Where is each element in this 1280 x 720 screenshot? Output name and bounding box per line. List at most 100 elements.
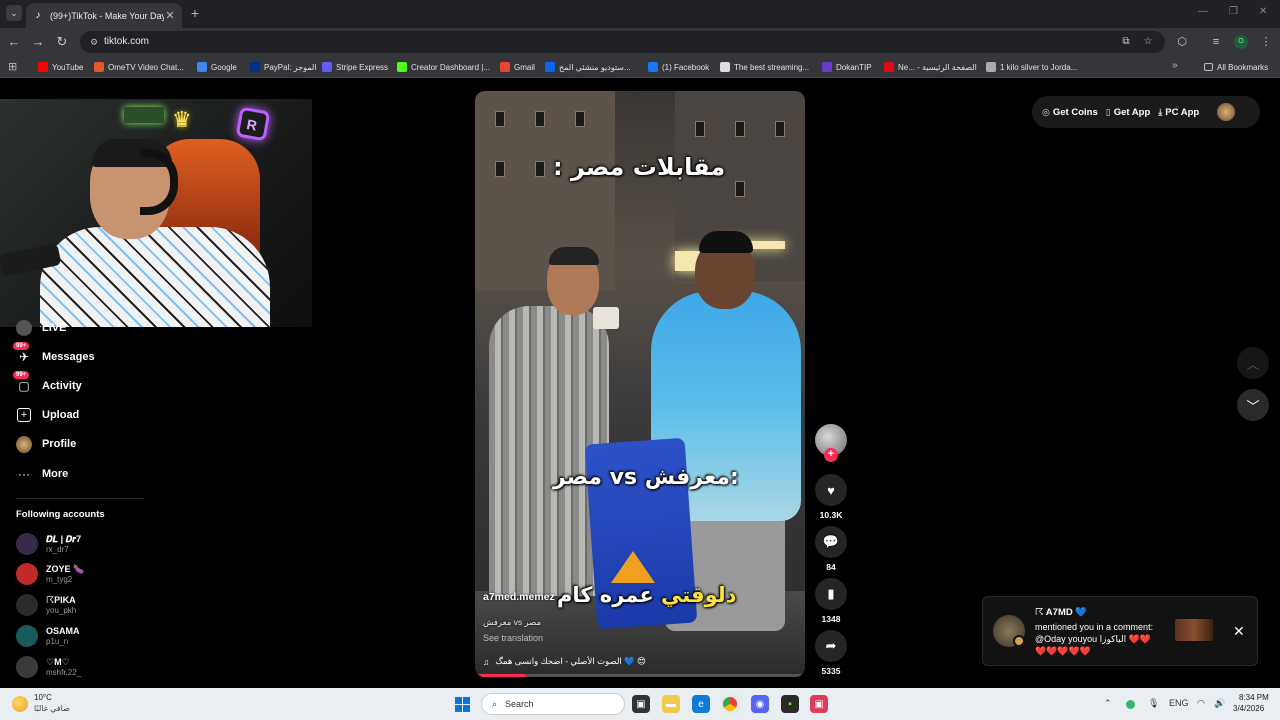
follow-plus-icon[interactable]: + [824,448,838,462]
bookmark-item[interactable]: Stripe Express [322,60,388,74]
bookmark-item[interactable]: The best streaming... [720,60,809,74]
following-account[interactable]: ♡M♡ mshfr.22_ [16,654,81,680]
clock-date[interactable]: 3/4/2026 [1233,704,1264,713]
browser-profile-avatar[interactable]: O [1234,35,1248,49]
all-bookmarks-button[interactable]: All Bookmarks [1204,60,1268,74]
bookmark-label: The best streaming... [734,62,810,72]
sidebar-item-messages[interactable]: ✈ 99+ Messages [13,342,95,368]
app-icon[interactable]: ▪ [781,695,799,713]
bookmark-label: (1) Facebook [662,62,710,72]
following-account[interactable]: 𝑫𝑳 | 𝑫𝒓7 rx_dr7 [16,531,81,557]
user-avatar[interactable] [1217,103,1236,121]
account-name: ZOYE 🍆 [46,563,85,574]
tray-status-icon[interactable] [1126,700,1135,709]
windows-start-icon[interactable] [455,697,470,712]
apps-grid-icon[interactable]: ⊞ [8,60,17,73]
task-view-icon[interactable]: ▣ [632,695,650,713]
following-account[interactable]: OSAMA p1u_n [16,623,80,649]
bookmark-star-icon[interactable]: ☆ [1142,36,1154,48]
bookmark-item[interactable]: OmeTV Video Chat... [94,60,184,74]
browser-tab-tiktok[interactable]: ♪ (99+)TikTok - Make Your Day ✕ [26,3,182,28]
install-app-icon[interactable]: ⧉ [1120,36,1132,48]
weather-icon[interactable] [12,696,28,712]
language-indicator[interactable]: ENG [1169,698,1189,708]
mention-notification[interactable]: ☈ A7MD 💙 mentioned you in a comment: @Od… [982,596,1258,666]
url-text[interactable]: tiktok.com [104,36,149,47]
sidebar-item-activity[interactable]: ▢ 99+ Activity [13,371,82,397]
bookmark-item[interactable]: YouTube [38,60,83,74]
bookmark-icon[interactable]: ▮ [815,578,847,610]
bookmark-item[interactable]: 1 kilo silver to Jorda... [986,60,1077,74]
video-music[interactable]: ♫ الصوت الأصلي - اضحك وانسى همگ 💙 😍 [483,656,646,667]
following-account[interactable]: ZOYE 🍆 m_tyg2 [16,561,84,587]
share-action[interactable]: ➦ 5335 [815,630,847,676]
notification-video-thumbnail[interactable] [1175,619,1213,641]
sidebar-item-more[interactable]: ··· More [16,463,68,485]
tab-search-icon[interactable]: ⌄ [6,5,22,21]
close-icon[interactable]: ✕ [1233,623,1245,640]
browser-menu-icon[interactable]: ⋮ [1259,35,1273,49]
like-action[interactable]: ♥ 10.3K [815,474,847,520]
bookmark-item[interactable]: Google [197,60,237,74]
close-window-icon[interactable]: ✕ [1259,6,1267,17]
sidebar-item-label: Upload [42,409,80,421]
reload-icon[interactable]: ↻ [54,34,70,50]
app-icon-pink[interactable]: ▣ [810,695,828,713]
video-author[interactable]: a7med.memez [483,591,555,603]
next-video-button[interactable]: ﹀ [1237,389,1269,421]
chrome-icon[interactable] [721,695,739,713]
bookmark-item[interactable]: DokanTIP [822,60,872,74]
following-account[interactable]: ☈PIKA you_pkh [16,592,76,618]
sidebar-item-upload[interactable]: + Upload [16,404,79,426]
microphone-icon[interactable]: 🎙 [1148,698,1159,709]
site-info-icon[interactable]: ⚙ [88,36,100,48]
share-icon[interactable]: ➦ [815,630,847,662]
edge-icon[interactable]: e [692,695,710,713]
bookmark-item[interactable]: Ne... - الصفحة الرئيسية [884,60,977,74]
pc-app-button[interactable]: ⤓ PC App [1158,107,1199,118]
comment-icon[interactable]: 💬 [815,526,847,558]
wifi-icon[interactable]: ◠ [1197,698,1205,709]
forward-icon[interactable]: → [30,34,46,50]
previous-video-button[interactable]: ︿ [1237,347,1269,379]
windows-taskbar: 10°C صافي غالبًا ⌕ Search ▣ ▬ e ◉ ▪ ▣ ⌃ … [0,688,1280,720]
bookmarks-overflow-icon[interactable]: » [1172,60,1178,71]
minimize-icon[interactable]: — [1198,6,1208,17]
tray-overflow-icon[interactable]: ⌃ [1104,698,1112,709]
back-icon[interactable]: ← [6,34,22,50]
see-translation-link[interactable]: See translation [483,633,543,643]
bookmark-item[interactable]: (1) Facebook [648,60,709,74]
get-app-button[interactable]: ▯ Get App [1106,107,1151,118]
get-app-label: Get App [1113,106,1151,118]
building-window [735,181,745,197]
extensions-icon[interactable]: ⬡ [1175,35,1189,49]
bookmark-item[interactable]: Gmail [500,60,535,74]
new-tab-icon[interactable]: + [188,5,202,21]
video-caption: مصر vs معرفش [483,617,542,627]
chip-graphic [611,551,655,583]
clock-time[interactable]: 8:34 PM [1239,693,1269,702]
account-username: m_tyg2 [46,574,73,584]
like-count: 10.3K [819,510,843,520]
taskbar-search[interactable]: ⌕ Search [481,693,625,715]
bookmarks-bar: ⊞ YouTube OmeTV Video Chat... Google PayPal… [0,56,1280,78]
address-bar[interactable]: ⚙ tiktok.com ⧉ ☆ [80,31,1165,53]
bookmark-item[interactable]: Creator Dashboard |... [397,60,490,74]
discord-icon[interactable]: ◉ [751,695,769,713]
media-controls-icon[interactable]: ≡ [1209,35,1223,49]
volume-icon[interactable]: 🔊 [1214,698,1225,709]
heart-icon[interactable]: ♥ [815,474,847,506]
account-avatar [16,594,38,616]
file-explorer-icon[interactable]: ▬ [662,695,680,713]
restore-icon[interactable]: ❐ [1229,6,1238,17]
get-coins-button[interactable]: ◎ Get Coins [1042,107,1098,118]
bookmark-item[interactable]: PayPal: الموجز [250,60,317,74]
tab-close-icon[interactable]: ✕ [164,9,176,22]
video-player[interactable]: مقابلات مصر : مصر vs معرفش: دلوقتي عمره … [475,91,805,677]
sidebar-item-profile[interactable]: Profile [16,433,76,455]
video-progress-bar[interactable] [475,674,805,677]
save-action[interactable]: ▮ 1348 [815,578,847,624]
sidebar-item-live[interactable]: LIVE [16,317,66,339]
bookmark-item[interactable]: ستوديو منشئي المح... [545,60,631,74]
comment-action[interactable]: 💬 84 [815,526,847,572]
